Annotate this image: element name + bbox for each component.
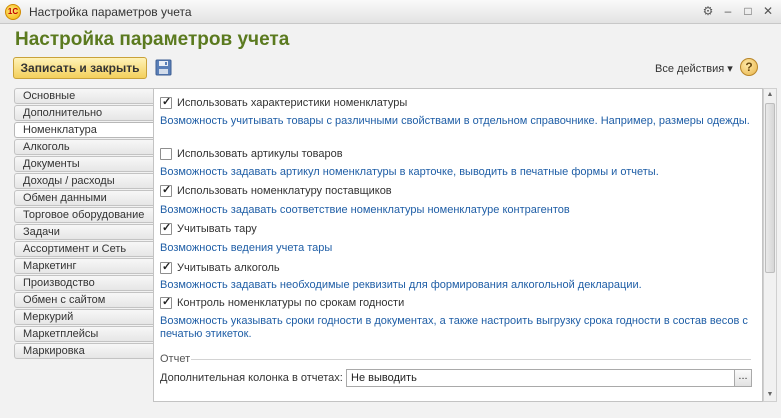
window-titlebar: 1С Настройка параметров учета ⚙ – □ ✕ (0, 0, 781, 24)
close-icon[interactable]: ✕ (759, 2, 777, 20)
checkbox[interactable] (160, 95, 172, 109)
setting-hint: Возможность задавать необходимые реквизи… (160, 279, 642, 291)
page-title: Настройка параметров учета (15, 29, 290, 50)
additional-column-label: Дополнительная колонка в отчетах: (160, 372, 343, 384)
checkbox-label[interactable]: Использовать номенклатуру поставщиков (177, 185, 392, 197)
checkbox[interactable] (160, 183, 172, 197)
tab-nomenklatura[interactable]: Номенклатура (14, 122, 154, 138)
setting-alcohol[interactable]: Учитывать алкоголь (160, 260, 280, 275)
checkbox-label[interactable]: Учитывать алкоголь (177, 262, 280, 274)
tab-markirovka[interactable]: Маркировка (14, 343, 154, 359)
write-and-close-button[interactable]: Записать и закрыть (13, 57, 147, 79)
all-actions-menu[interactable]: Все действия ▾ (655, 62, 733, 75)
tab-assortiment-i-set[interactable]: Ассортимент и Сеть (14, 241, 154, 257)
tab-dopolnitelno[interactable]: Дополнительно (14, 105, 154, 121)
setting-hint: Возможность задавать соответствие номенк… (160, 204, 570, 216)
scroll-down-icon[interactable]: ▼ (764, 389, 776, 401)
setting-hint: Возможность задавать артикул номенклатур… (160, 166, 659, 178)
window-controls: ⚙ – □ ✕ (699, 2, 777, 20)
help-icon[interactable]: ? (740, 58, 758, 76)
tab-torgovoe-oborudovanie[interactable]: Торговое оборудование (14, 207, 154, 223)
tab-osnovnye[interactable]: Основные (14, 88, 154, 104)
setting-characteristics[interactable]: Использовать характеристики номенклатуры (160, 95, 407, 110)
checkbox-label[interactable]: Использовать артикулы товаров (177, 148, 343, 160)
setting-expiry-control[interactable]: Контроль номенклатуры по срокам годности (160, 295, 404, 310)
tab-marketing[interactable]: Маркетинг (14, 258, 154, 274)
report-group-title: Отчет (160, 353, 191, 365)
minimize-icon[interactable]: – (719, 2, 737, 20)
setting-hint: Возможность учитывать товары с различным… (160, 115, 750, 127)
checkbox[interactable] (160, 221, 172, 235)
scroll-up-icon[interactable]: ▲ (764, 89, 776, 101)
window-title: Настройка параметров учета (29, 5, 192, 19)
checkbox-label[interactable]: Учитывать тару (177, 223, 257, 235)
checkbox[interactable] (160, 295, 172, 309)
tab-obmen-dannymi[interactable]: Обмен данными (14, 190, 154, 206)
checkbox-label[interactable]: Использовать характеристики номенклатуры (177, 97, 407, 109)
setting-hint: Возможность указывать сроки годности в д… (160, 315, 748, 340)
app-logo-icon: 1С (5, 4, 21, 20)
checkbox[interactable] (160, 260, 172, 274)
save-icon[interactable] (155, 59, 172, 76)
settings-icon[interactable]: ⚙ (699, 2, 717, 20)
tab-zadachi[interactable]: Задачи (14, 224, 154, 240)
additional-column-value[interactable]: Не выводить (351, 372, 417, 384)
scrollbar-thumb[interactable] (765, 103, 775, 273)
select-button[interactable]: ... (734, 369, 752, 387)
tab-marketpleisy[interactable]: Маркетплейсы (14, 326, 154, 342)
tab-proizvodstvo[interactable]: Производство (14, 275, 154, 291)
tab-obmen-s-saitom[interactable]: Обмен с сайтом (14, 292, 154, 308)
tab-merkurii[interactable]: Меркурий (14, 309, 154, 325)
setting-supplier-nomenclature[interactable]: Использовать номенклатуру поставщиков (160, 183, 392, 198)
setting-containers[interactable]: Учитывать тару (160, 221, 257, 236)
tab-dokumenty[interactable]: Документы (14, 156, 154, 172)
additional-column-field[interactable]: Не выводить ... (346, 369, 752, 387)
tab-dohody-rashody[interactable]: Доходы / расходы (14, 173, 154, 189)
maximize-icon[interactable]: □ (739, 2, 757, 20)
tab-alkogol[interactable]: Алкоголь (14, 139, 154, 155)
section-tabs: Основные Дополнительно Номенклатура Алко… (14, 88, 154, 360)
setting-hint: Возможность ведения учета тары (160, 242, 333, 254)
group-divider (191, 359, 751, 360)
settings-panel: Использовать характеристики номенклатуры… (153, 88, 763, 402)
vertical-scrollbar[interactable]: ▲ ▼ (763, 88, 777, 402)
setting-articles[interactable]: Использовать артикулы товаров (160, 147, 343, 161)
checkbox-label[interactable]: Контроль номенклатуры по срокам годности (177, 297, 404, 309)
checkbox[interactable] (160, 148, 172, 160)
